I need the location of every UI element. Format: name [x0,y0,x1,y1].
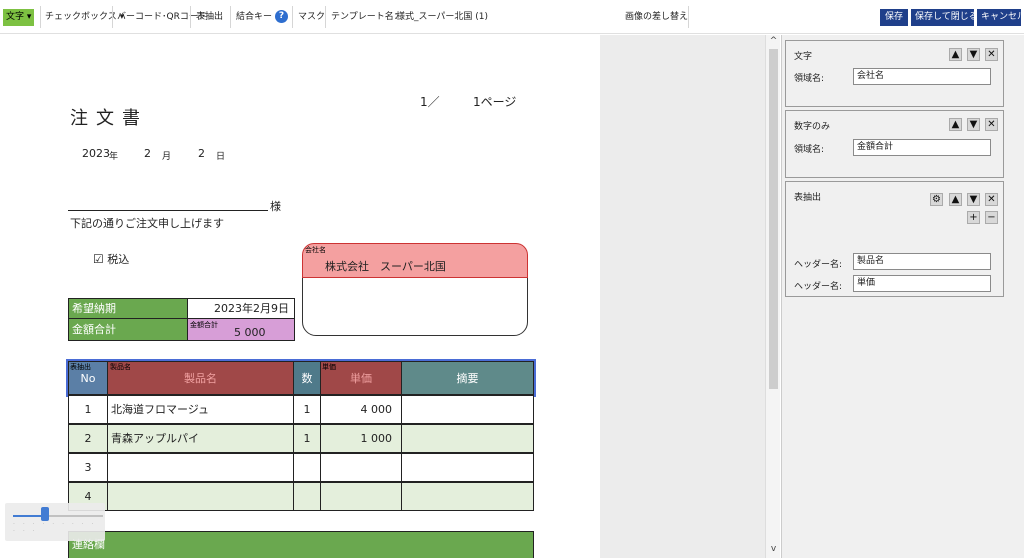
table-cell [107,453,294,482]
table-extract-button[interactable]: 表抽出 [193,9,226,26]
field-tag: 会社名 [305,246,326,254]
zoom-ticks: · · · · · · · · · · · · [13,521,97,535]
table-cell [320,453,402,482]
table-cell: 3 [68,453,108,482]
table-cell: 4 000 [320,395,402,424]
region-card-number: 数字のみ ▲ ▼ ✕ 領域名: 金額合計 [785,110,1004,178]
move-up-icon[interactable]: ▲ [949,118,962,131]
delivery-value: 2023年2月9日 [187,298,295,319]
toolbar: 文字 ▾ チェックボックス ▾ バーコード･QRコード 表抽出 結合キー ? マ… [0,0,1024,34]
table-cell [401,395,534,424]
remove-icon[interactable]: − [985,211,998,224]
page-current: 1／ [420,95,440,109]
field-label: ヘッダー名: [794,260,843,270]
region-card-text: 文字 ▲ ▼ ✕ 領域名: 会社名 [785,40,1004,107]
region-name-input[interactable]: 金額合計 [853,139,991,156]
checkbox-icon[interactable]: ☑ [93,252,104,266]
scroll-thumb[interactable] [769,49,778,389]
move-up-icon[interactable]: ▲ [949,193,962,206]
table-cell: 2 [68,424,108,453]
move-down-icon[interactable]: ▼ [967,118,980,131]
scroll-up-icon[interactable]: ^ [766,36,781,46]
date-month-unit: 月 [162,152,172,162]
table-cell [293,453,321,482]
table-cell [401,453,534,482]
cancel-button[interactable]: キャンセル [977,9,1024,26]
tax-included[interactable]: ☑ 税込 [93,251,129,267]
template-name-value[interactable]: 様式_スーパー北国 (1) [393,9,491,26]
text-field-dropdown[interactable]: 文字 ▾ [3,9,35,26]
card-title: 文字 [794,52,813,62]
toolbar-divider [292,6,293,28]
table-cell [401,482,534,511]
field-label: 領域名: [794,74,825,84]
table-cell: 1 [68,395,108,424]
move-down-icon[interactable]: ▼ [967,48,980,61]
table-cell [320,482,402,511]
header-name-input[interactable]: 単価 [853,275,991,292]
save-button[interactable]: 保存 [880,9,908,26]
table-cell: 1 [293,424,321,453]
date-day-unit: 日 [216,152,226,162]
company-name-field[interactable]: 会社名 株式会社 スーパー北国 [302,243,528,278]
close-icon[interactable]: ✕ [985,193,998,206]
join-key-button[interactable]: 結合キー [233,9,275,26]
region-card-table: 表抽出 ⚙ ▲ ▼ ✕ + − ヘッダー名: 製品名 ヘッダー名: 単価 [785,181,1004,297]
table-cell [107,482,294,511]
table-cell: 青森アップルパイ [107,424,294,453]
add-icon[interactable]: + [967,211,980,224]
date-year: 2023 [82,147,110,160]
field-label: 領域名: [794,145,825,155]
table-extract-region[interactable] [66,359,536,397]
contact-label: 連絡欄 [68,531,534,558]
date-month: 2 [144,147,151,160]
close-icon[interactable]: ✕ [985,118,998,131]
mask-button[interactable]: マスク [295,9,328,26]
total-amount-value: 5 000 [234,326,266,339]
zoom-handle[interactable] [41,507,49,521]
date-day: 2 [198,147,205,160]
replace-image-button[interactable]: 画像の差し替え [622,9,691,26]
field-label: ヘッダー名: [794,282,843,292]
save-and-close-button[interactable]: 保存して閉じる [911,9,978,26]
canvas-margin [600,35,765,558]
table-cell [293,482,321,511]
page-total: 1ページ [473,95,517,109]
settings-icon[interactable]: ⚙ [930,193,943,206]
table-cell: 北海道フロマージュ [107,395,294,424]
table-cell: 1 000 [320,424,402,453]
card-title: 表抽出 [794,193,822,203]
table-cell [401,424,534,453]
region-name-input[interactable]: 会社名 [853,68,991,85]
toolbar-divider [112,6,113,28]
document-title: 注文書 [70,108,148,129]
move-up-icon[interactable]: ▲ [949,48,962,61]
delivery-label: 希望納期 [68,298,188,319]
order-note: 下記の通りご注文申し上げます [70,217,224,230]
field-tag: 金額合計 [190,321,218,329]
recipient-line [68,210,268,211]
toolbar-divider [40,6,41,28]
toolbar-divider [190,6,191,28]
card-title: 数字のみ [794,122,831,132]
tax-label: 税込 [107,253,130,266]
table-cell: 1 [293,395,321,424]
move-down-icon[interactable]: ▼ [967,193,980,206]
help-icon[interactable]: ? [275,10,288,23]
header-name-input[interactable]: 製品名 [853,253,991,270]
total-amount-field[interactable]: 金額合計 5 000 [187,318,295,341]
close-icon[interactable]: ✕ [985,48,998,61]
honorific: 様 [270,200,281,213]
toolbar-divider [230,6,231,28]
region-panel: 文字 ▲ ▼ ✕ 領域名: 会社名 数字のみ ▲ ▼ ✕ 領域名: 金額合計 表… [781,35,1024,558]
scroll-down-icon[interactable]: v [766,544,781,554]
toolbar-divider [688,6,689,28]
date-year-unit: 年 [109,152,119,162]
total-label: 金額合計 [68,318,188,341]
zoom-slider[interactable]: · · · · · · · · · · · · [5,503,105,541]
toolbar-divider [325,6,326,28]
vertical-scrollbar[interactable]: ^ v [765,35,780,558]
company-name-value: 株式会社 スーパー北国 [325,260,446,273]
